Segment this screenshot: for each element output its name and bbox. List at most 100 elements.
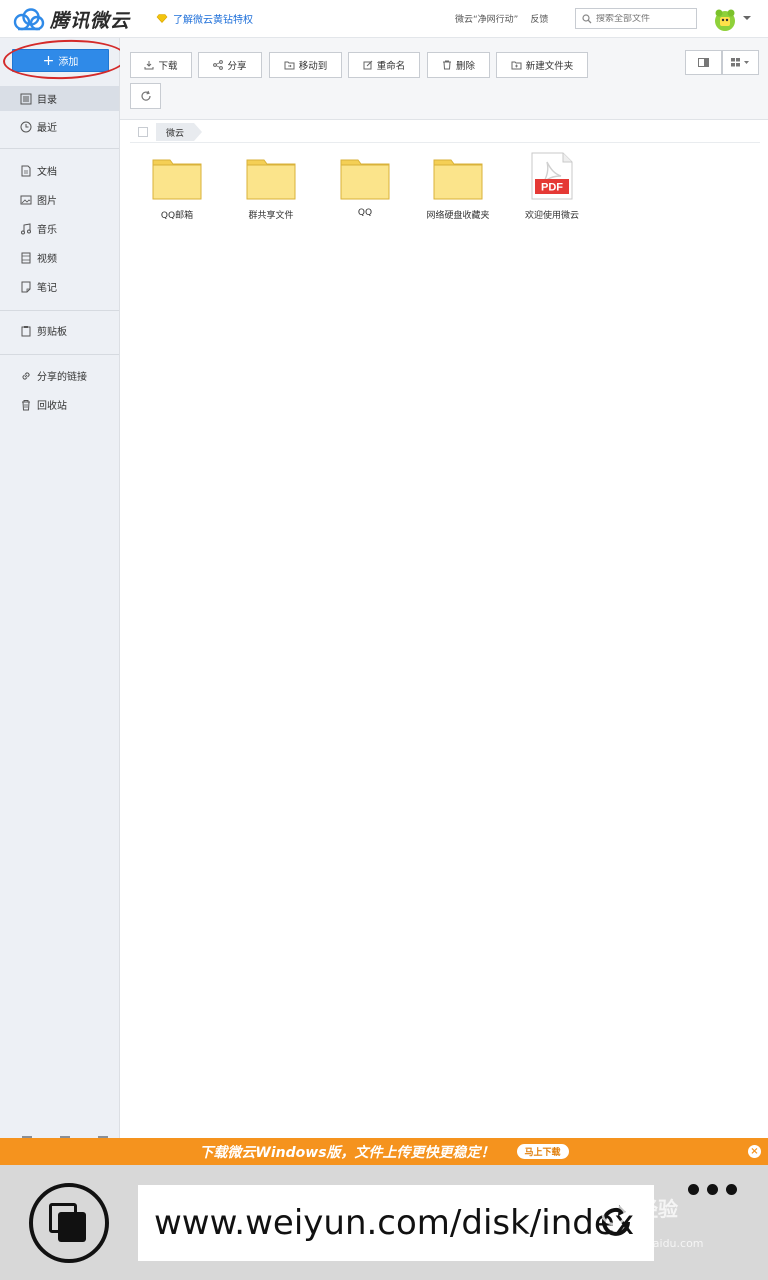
download-button[interactable]: 下载 (130, 52, 192, 78)
sidebar: + 添加 目录 最近 文档 图片 音乐 视频 笔记 剪贴板 分享的链接 回收站 (0, 37, 128, 1139)
search-box[interactable] (575, 8, 697, 29)
download-label: 下载 (158, 61, 178, 72)
download-now-button[interactable]: 马上下载 (516, 1144, 569, 1159)
baidu-jingyan-watermark: 经验 jingyan.baidu.com (594, 1187, 764, 1257)
file-item-folder[interactable]: 网络硬盘收藏夹 (413, 152, 503, 221)
detail-view-button[interactable] (685, 50, 722, 75)
new-folder-button[interactable]: 新建文件夹 (496, 52, 588, 78)
sidebar-item-notes[interactable]: 笔记 (0, 274, 119, 299)
cloud-logo-icon (13, 7, 45, 30)
user-avatar[interactable] (712, 8, 738, 32)
move-folder-icon (284, 61, 295, 70)
refresh-button[interactable] (130, 83, 161, 109)
pdf-file-icon: PDF (531, 152, 573, 200)
file-item-folder[interactable]: QQ邮箱 (132, 152, 222, 221)
sidebar-divider (0, 310, 119, 311)
trash-icon (22, 399, 30, 410)
add-button[interactable]: + 添加 (12, 49, 109, 72)
sidebar-item-label: 剪贴板 (37, 327, 67, 338)
new-folder-label: 新建文件夹 (525, 61, 574, 72)
paw-logo-icon (597, 1189, 634, 1226)
banner-text: 下载微云Windows版，文件上传更快更稳定！ (199, 1144, 495, 1161)
file-item-folder[interactable]: 群共享文件 (226, 152, 316, 221)
search-icon (582, 13, 592, 23)
sidebar-item-video[interactable]: 视频 (0, 245, 119, 270)
top-links: 微云“净网行动” 反馈 (455, 12, 548, 25)
sidebar-item-shared-links[interactable]: 分享的链接 (0, 363, 119, 388)
share-button[interactable]: 分享 (198, 52, 262, 78)
sidebar-divider (0, 354, 119, 355)
rename-button[interactable]: 重命名 (348, 52, 420, 78)
breadcrumb: 微云 (130, 121, 760, 143)
sidebar-item-label: 图片 (37, 196, 57, 207)
browser-bar: www.weiyun.com/disk/index 经验 jingyan.bai… (0, 1165, 768, 1280)
weiyun-logo[interactable]: 腾讯微云 (12, 6, 130, 33)
sidebar-item-label: 笔记 (37, 283, 57, 294)
vip-privilege-link[interactable]: 了解微云黄钻特权 (156, 11, 253, 26)
url-text: www.weiyun.com/disk/index (154, 1203, 635, 1243)
feedback-link[interactable]: 反馈 (530, 12, 548, 25)
toolbar: 下载 分享 移动到 重命名 删除 新建文件夹 (120, 38, 768, 120)
delete-button[interactable]: 删除 (427, 52, 490, 78)
clean-net-link[interactable]: 微云“净网行动” (455, 12, 518, 25)
move-to-label: 移动到 (298, 61, 328, 72)
share-label: 分享 (227, 61, 247, 72)
document-icon (21, 165, 31, 176)
sidebar-item-label: 最近 (37, 123, 57, 134)
delete-label: 删除 (455, 61, 475, 72)
sidebar-item-images[interactable]: 图片 (0, 187, 119, 212)
sidebar-item-label: 回收站 (37, 401, 67, 412)
search-input[interactable] (596, 13, 694, 24)
rename-label: 重命名 (376, 61, 406, 72)
file-name: 欢迎使用微云 (524, 211, 579, 221)
sidebar-item-recent[interactable]: 最近 (0, 114, 119, 139)
clock-icon (20, 121, 32, 132)
sidebar-divider (0, 148, 119, 149)
sidebar-item-recycle-bin[interactable]: 回收站 (0, 392, 119, 417)
chevron-down-icon[interactable] (743, 16, 751, 20)
move-to-button[interactable]: 移动到 (269, 52, 342, 78)
grid-view-button[interactable] (722, 50, 759, 75)
watermark-text: 经验 (638, 1197, 678, 1221)
panel-icon (698, 58, 709, 67)
tabs-button[interactable] (29, 1183, 109, 1263)
top-header: 腾讯微云 了解微云黄钻特权 微云“净网行动” 反馈 (0, 0, 768, 38)
plus-icon: + (42, 52, 55, 69)
pdf-badge: PDF (541, 182, 563, 194)
file-item-pdf[interactable]: PDF 欢迎使用微云 (507, 152, 597, 221)
new-folder-icon (511, 61, 522, 70)
add-button-label: 添加 (58, 57, 79, 68)
file-item-folder[interactable]: QQ (320, 152, 410, 218)
tabs-icon (49, 1203, 89, 1243)
file-name: 群共享文件 (248, 211, 294, 221)
sidebar-item-clipboard[interactable]: 剪贴板 (0, 318, 119, 343)
clipboard-icon (21, 325, 31, 336)
select-all-checkbox[interactable] (138, 127, 148, 137)
sidebar-item-directory[interactable]: 目录 (0, 86, 119, 111)
sidebar-item-label: 文档 (37, 167, 57, 178)
list-icon (20, 93, 32, 104)
sidebar-item-label: 音乐 (37, 225, 57, 236)
folder-icon (433, 159, 483, 200)
diamond-icon (156, 14, 168, 23)
breadcrumb-root[interactable]: 微云 (156, 123, 202, 141)
share-icon (213, 60, 224, 70)
file-name: 网络硬盘收藏夹 (426, 211, 490, 221)
close-icon[interactable]: × (748, 1145, 761, 1158)
file-name: QQ邮箱 (160, 211, 194, 221)
image-icon (20, 195, 32, 204)
sidebar-item-music[interactable]: 音乐 (0, 216, 119, 241)
vip-link-text: 了解微云黄钻特权 (173, 15, 253, 26)
edit-icon (363, 60, 373, 70)
sidebar-item-label: 分享的链接 (37, 372, 87, 383)
watermark-url: jingyan.baidu.com (602, 1237, 704, 1250)
sidebar-item-documents[interactable]: 文档 (0, 158, 119, 183)
note-icon (21, 281, 31, 292)
sidebar-item-label: 视频 (37, 254, 57, 265)
download-banner[interactable]: 下载微云Windows版，文件上传更快更稳定！ 马上下载 × (0, 1138, 768, 1165)
sidebar-item-label: 目录 (37, 95, 57, 106)
address-bar[interactable]: www.weiyun.com/disk/index (138, 1185, 654, 1261)
refresh-icon (140, 90, 151, 101)
folder-icon (340, 159, 390, 200)
folder-icon (152, 159, 202, 200)
